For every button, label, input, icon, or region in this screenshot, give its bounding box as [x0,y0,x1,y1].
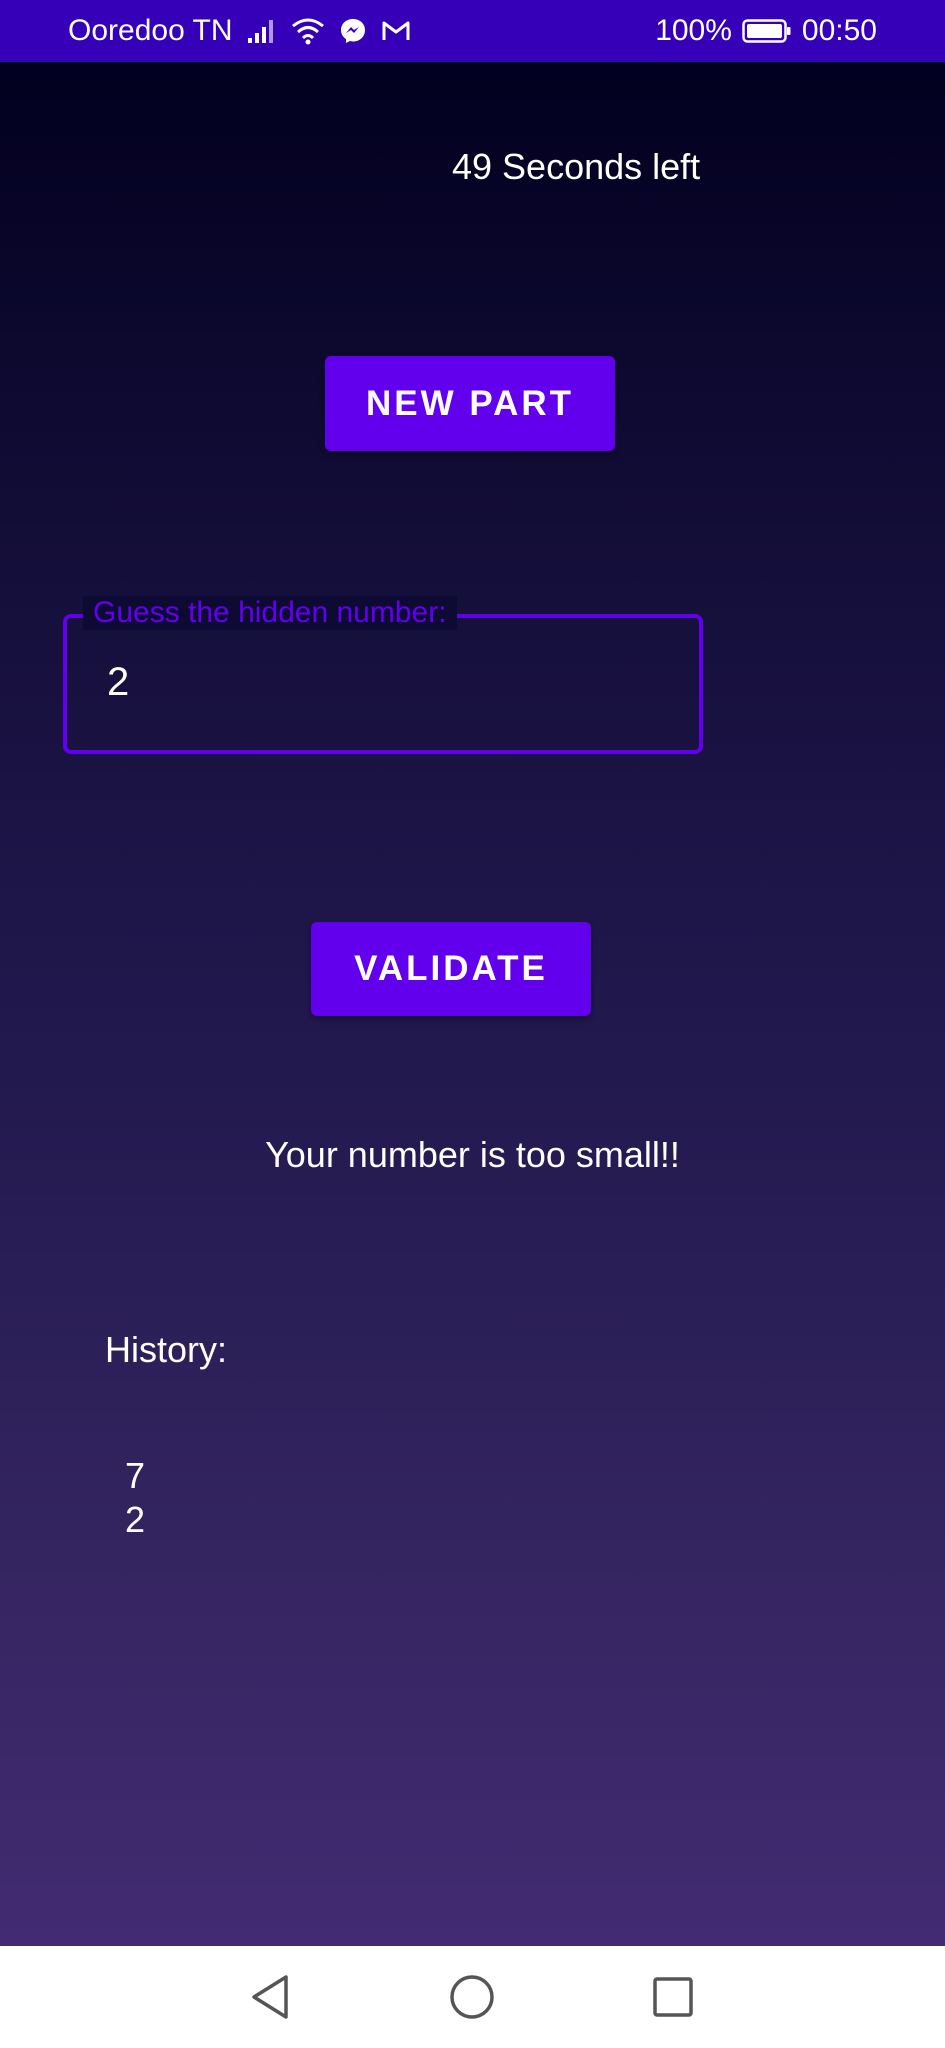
result-message: Your number is too small!! [265,1134,680,1175]
recents-icon[interactable] [638,1946,708,2048]
game-screen: 49 Seconds left NEW PART Guess the hidde… [0,62,945,1946]
history-item: 7 [125,1455,146,1496]
battery-percent: 100% [655,14,732,47]
guess-input-field[interactable]: Guess the hidden number: 2 [63,596,703,754]
wifi-icon [291,17,325,45]
back-icon[interactable] [235,1946,305,2048]
clock: 00:50 [801,14,877,47]
gmail-icon [381,19,411,43]
status-left: Ooredoo TN [68,0,411,62]
guess-input-value[interactable]: 2 [107,660,129,705]
battery-icon [742,18,792,44]
signal-icon [247,18,277,44]
guess-input-label: Guess the hidden number: [83,596,457,630]
navigation-bar [0,1946,945,2048]
messenger-icon [339,17,367,45]
history-label: History: [105,1329,228,1370]
countdown-timer: 49 Seconds left [452,146,701,187]
carrier-name: Ooredoo TN [68,14,233,47]
home-icon[interactable] [437,1946,507,2048]
history-item: 2 [125,1499,146,1540]
status-bar: Ooredoo TN 100% 00:50 [0,0,945,62]
history-list: 7 2 [125,1454,145,1542]
new-part-button[interactable]: NEW PART [325,356,615,451]
status-right: 100% 00:50 [655,0,877,62]
validate-button[interactable]: VALIDATE [311,922,591,1016]
